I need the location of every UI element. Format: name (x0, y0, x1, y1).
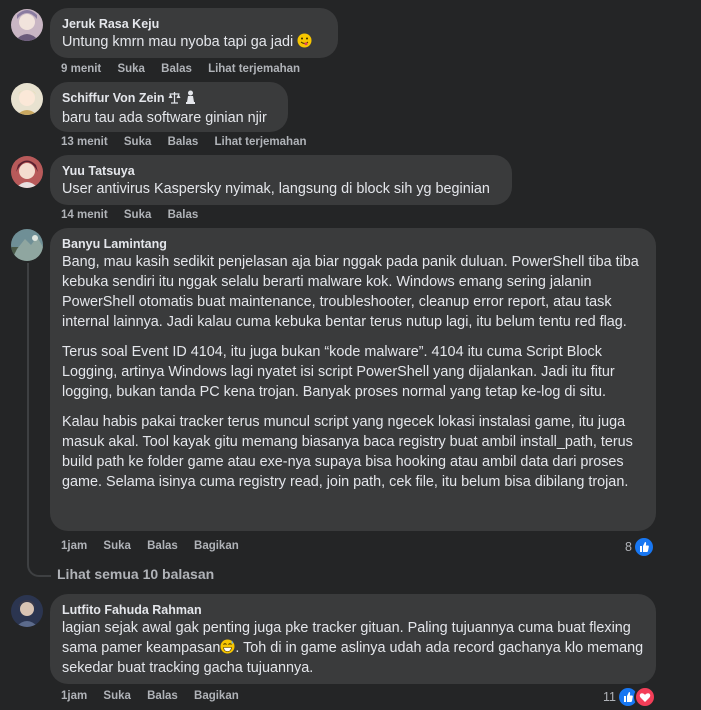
reply-button[interactable]: Balas (168, 209, 199, 221)
comment-time[interactable]: 14 menit (61, 209, 108, 221)
avatar[interactable] (11, 229, 43, 261)
comment-bubble: Lutfito Fahuda Rahman lagian sejak awal … (50, 594, 656, 684)
comment-actions: 9 menit Suka Balas Lihat terjemahan (61, 63, 313, 75)
comment-text: User antivirus Kaspersky nyimak, langsun… (62, 181, 490, 197)
comment-actions: 13 menit Suka Balas Lihat terjemahan (61, 136, 320, 148)
like-button[interactable]: Suka (124, 136, 152, 148)
reply-button[interactable]: Balas (147, 540, 178, 552)
smiley-tongue-icon (297, 33, 312, 48)
grin-sweat-icon (220, 639, 235, 654)
comment-actions: 14 menit Suka Balas (61, 209, 211, 221)
comment-paragraph: Kalau habis pakai tracker terus muncul s… (62, 414, 633, 490)
comment-time[interactable]: 9 menit (61, 63, 101, 75)
comment-author[interactable]: Banyu Lamintang (62, 236, 644, 252)
comment-text: Bang, mau kasih sedikit penjelasan aja b… (62, 252, 644, 492)
comment-paragraph: Terus soal Event ID 4104, itu juga bukan… (62, 344, 615, 400)
avatar[interactable] (11, 156, 43, 188)
like-button[interactable]: Suka (103, 690, 131, 702)
share-button[interactable]: Bagikan (194, 690, 239, 702)
reaction-summary[interactable]: 11 (603, 686, 656, 708)
like-icon (632, 536, 655, 558)
scales-icon (168, 91, 181, 108)
comment-author-name[interactable]: Schiffur Von Zein (62, 91, 165, 105)
love-icon (633, 686, 656, 708)
like-button[interactable]: Suka (117, 63, 145, 75)
see-translation-button[interactable]: Lihat terjemahan (208, 63, 300, 75)
comment-actions: 1jam Suka Balas Bagikan (61, 540, 252, 552)
reply-button[interactable]: Balas (161, 63, 192, 75)
reaction-count: 11 (603, 690, 616, 704)
see-translation-button[interactable]: Lihat terjemahan (214, 136, 306, 148)
comment-author[interactable]: Jeruk Rasa Keju (62, 16, 326, 32)
share-button[interactable]: Bagikan (194, 540, 239, 552)
like-button[interactable]: Suka (103, 540, 131, 552)
avatar[interactable] (11, 595, 43, 627)
thread-connector (27, 263, 51, 577)
comment-author: Schiffur Von Zein (62, 90, 276, 108)
comment-text: lagian sejak awal gak penting juga pke t… (62, 620, 644, 676)
reaction-summary[interactable]: 8 (625, 536, 655, 558)
comment-paragraph: Bang, mau kasih sedikit penjelasan aja b… (62, 254, 639, 330)
comment-bubble: Schiffur Von Zein baru tau ada software … (50, 82, 288, 132)
comment-author[interactable]: Lutfito Fahuda Rahman (62, 602, 644, 618)
comment-bubble: Yuu Tatsuya User antivirus Kaspersky nyi… (50, 155, 512, 205)
avatar[interactable] (11, 83, 43, 115)
reply-button[interactable]: Balas (168, 136, 199, 148)
comment-author[interactable]: Yuu Tatsuya (62, 163, 500, 179)
comment-bubble: Jeruk Rasa Keju Untung kmrn mau nyoba ta… (50, 8, 338, 58)
like-button[interactable]: Suka (124, 209, 152, 221)
comment-time[interactable]: 1jam (61, 540, 87, 552)
comment-text: baru tau ada software ginian njir (62, 110, 267, 126)
comment-bubble: Banyu Lamintang Bang, mau kasih sedikit … (50, 228, 656, 531)
comment-time[interactable]: 13 menit (61, 136, 108, 148)
avatar[interactable] (11, 9, 43, 41)
see-all-replies-link[interactable]: Lihat semua 10 balasan (57, 566, 214, 582)
pawn-icon (185, 90, 196, 108)
reply-button[interactable]: Balas (147, 690, 178, 702)
comment-text: Untung kmrn mau nyoba tapi ga jadi (62, 32, 326, 52)
reaction-count: 8 (625, 540, 632, 554)
comment-actions: 1jam Suka Balas Bagikan (61, 690, 252, 702)
comment-time[interactable]: 1jam (61, 690, 87, 702)
